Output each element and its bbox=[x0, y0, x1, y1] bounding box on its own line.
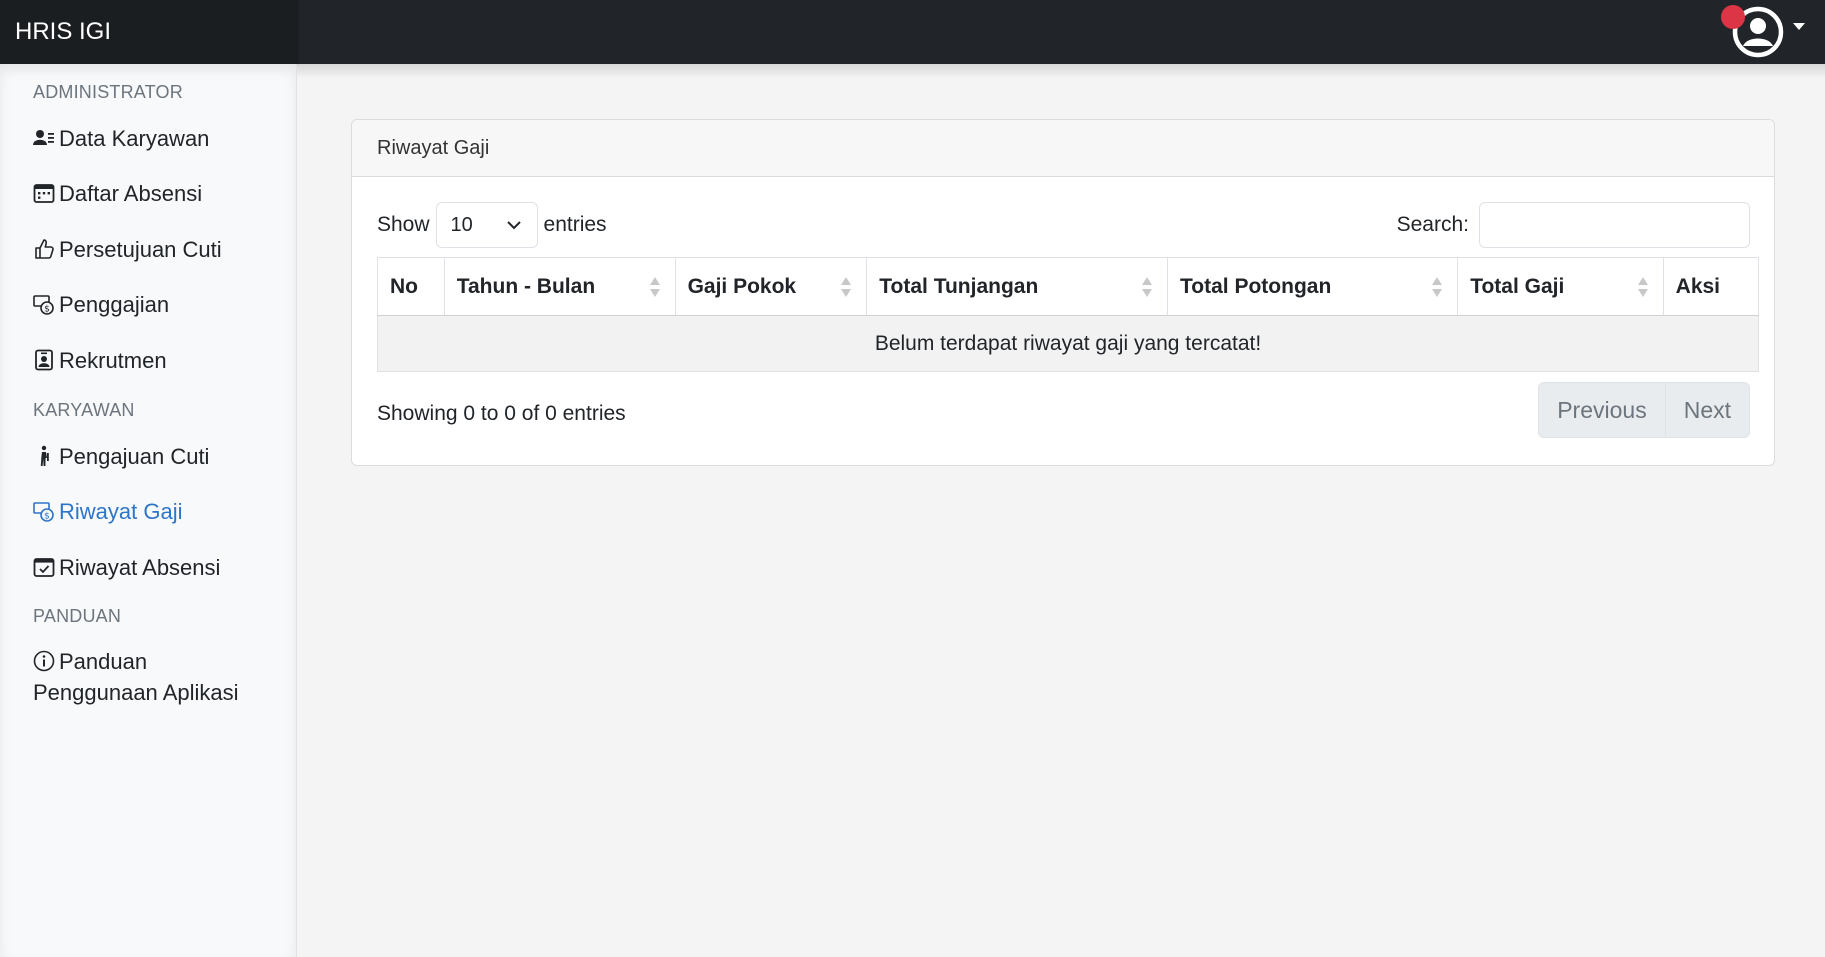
person-walking-icon bbox=[33, 445, 55, 467]
table-header-row: No Tahun - Bulan Gaji Pokok Total Tunjan… bbox=[377, 257, 1760, 316]
entries-length-select[interactable]: 10 bbox=[435, 202, 538, 248]
sidebar-heading-administrator: ADMINISTRATOR bbox=[33, 82, 183, 102]
top-navbar: HRIS IGI bbox=[0, 0, 1825, 64]
sidebar-item-label: Daftar Absensi bbox=[59, 181, 203, 206]
sidebar-item-riwayat-gaji[interactable]: $ Riwayat Gaji bbox=[33, 496, 182, 527]
sidebar-item-label: Persetujuan Cuti bbox=[59, 237, 222, 262]
column-header-total-tunjangan[interactable]: Total Tunjangan bbox=[866, 257, 1169, 316]
chevron-down-icon bbox=[506, 221, 521, 230]
sort-icon bbox=[840, 275, 852, 299]
calendar-check-icon bbox=[33, 556, 55, 578]
thumbs-up-icon bbox=[33, 238, 55, 260]
person-badge-icon bbox=[33, 349, 55, 371]
sidebar-item-panduan[interactable]: Panduan Penggunaan Aplikasi bbox=[33, 646, 263, 708]
sort-icon bbox=[1431, 275, 1443, 299]
previous-page-button[interactable]: Previous bbox=[1539, 383, 1664, 437]
sidebar-item-label: Rekrutmen bbox=[59, 348, 167, 373]
salary-history-table: No Tahun - Bulan Gaji Pokok Total Tunjan… bbox=[377, 257, 1760, 372]
entries-length-control: Show 10 entries bbox=[377, 202, 607, 248]
sidebar-item-data-karyawan[interactable]: Data Karyawan bbox=[33, 123, 209, 154]
cash-coin-icon: $ bbox=[33, 293, 55, 315]
sort-icon bbox=[1141, 275, 1153, 299]
user-list-icon bbox=[33, 127, 55, 149]
length-suffix-label: entries bbox=[543, 213, 607, 236]
sidebar-item-daftar-absensi[interactable]: Daftar Absensi bbox=[33, 178, 202, 209]
column-header-no[interactable]: No bbox=[377, 257, 445, 316]
entries-length-value: 10 bbox=[450, 213, 473, 236]
sidebar-item-label: Pengajuan Cuti bbox=[59, 444, 210, 469]
notification-badge bbox=[1721, 5, 1745, 29]
sidebar-item-label: Panduan Penggunaan Aplikasi bbox=[33, 649, 239, 705]
column-header-total-potongan[interactable]: Total Potongan bbox=[1167, 257, 1459, 316]
sidebar-item-riwayat-absensi[interactable]: Riwayat Absensi bbox=[33, 552, 220, 583]
next-page-button[interactable]: Next bbox=[1664, 383, 1749, 437]
search-label: Search: bbox=[1396, 213, 1469, 236]
empty-table-message: Belum terdapat riwayat gaji yang tercata… bbox=[377, 315, 1759, 372]
table-row-empty: Belum terdapat riwayat gaji yang tercata… bbox=[377, 315, 1759, 372]
column-header-gaji-pokok[interactable]: Gaji Pokok bbox=[674, 257, 868, 316]
column-header-tahun-bulan[interactable]: Tahun - Bulan bbox=[443, 257, 676, 316]
table-search: Search: bbox=[1397, 202, 1750, 248]
sort-icon bbox=[649, 275, 661, 299]
sidebar-item-label: Data Karyawan bbox=[59, 126, 210, 151]
calendar-icon bbox=[33, 182, 55, 204]
table-info-text: Showing 0 to 0 of 0 entries bbox=[377, 402, 626, 425]
sidebar-item-persetujuan-cuti[interactable]: Persetujuan Cuti bbox=[33, 234, 222, 265]
sidebar-heading-karyawan: KARYAWAN bbox=[33, 400, 135, 420]
sidebar-item-penggajian[interactable]: $ Penggajian bbox=[33, 289, 169, 320]
sidebar-item-label: Riwayat Gaji bbox=[59, 499, 183, 524]
sidebar-item-label: Penggajian bbox=[59, 292, 170, 317]
length-prefix-label: Show bbox=[377, 213, 430, 236]
navbar-shadow bbox=[297, 64, 1825, 78]
pagination: Previous Next bbox=[1538, 382, 1750, 438]
svg-text:$: $ bbox=[44, 512, 50, 522]
svg-text:$: $ bbox=[44, 305, 50, 315]
sidebar-item-pengajuan-cuti[interactable]: Pengajuan Cuti bbox=[33, 441, 209, 472]
sidebar-item-label: Riwayat Absensi bbox=[59, 555, 221, 580]
caret-down-icon bbox=[1793, 23, 1805, 30]
column-header-aksi: Aksi bbox=[1662, 257, 1760, 316]
user-menu-toggle[interactable] bbox=[1721, 5, 1811, 59]
cash-coin-icon: $ bbox=[33, 500, 55, 522]
card-title: Riwayat Gaji bbox=[352, 120, 1774, 177]
column-header-total-gaji[interactable]: Total Gaji bbox=[1457, 257, 1664, 316]
search-input[interactable] bbox=[1479, 202, 1750, 248]
salary-history-card: Riwayat Gaji Show 10 entries Search: No … bbox=[351, 119, 1775, 466]
sidebar-item-rekrutmen[interactable]: Rekrutmen bbox=[33, 345, 167, 376]
sort-icon bbox=[1637, 275, 1649, 299]
brand-logo[interactable]: HRIS IGI bbox=[0, 0, 297, 64]
sidebar-heading-panduan: PANDUAN bbox=[33, 606, 122, 626]
